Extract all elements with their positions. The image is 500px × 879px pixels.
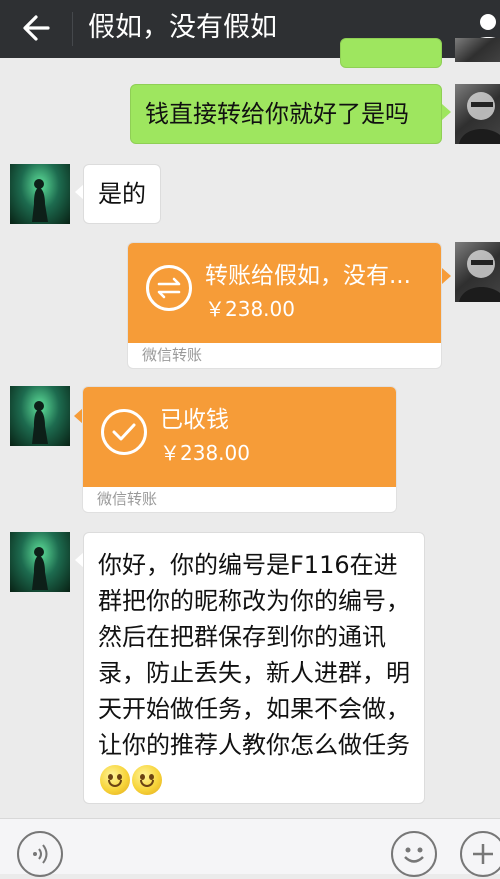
sent-message-bubble[interactable]: 钱直接转给你就好了是吗: [130, 84, 442, 144]
transfer-footer: 微信转账: [97, 490, 158, 508]
message-text: 你好，你的编号是F116在进群把你的昵称改为你的编号，然后在把群保存到你的通讯录…: [98, 551, 410, 759]
smile-emoji-icon: [100, 765, 130, 795]
message-list[interactable]: 钱直接转给你就好了是吗 是的 转账给假如，没有... ￥238.00 微信转账: [0, 38, 500, 818]
contact-avatar[interactable]: [10, 386, 70, 446]
my-avatar[interactable]: [455, 84, 500, 144]
received-message-bubble[interactable]: 是的: [83, 164, 161, 224]
bubble-tail: [442, 268, 451, 284]
received-message-bubble[interactable]: 你好，你的编号是F116在进群把你的昵称改为你的编号，然后在把群保存到你的通讯录…: [83, 532, 425, 804]
plus-icon[interactable]: [460, 831, 500, 877]
bubble-tail: [442, 104, 451, 120]
transfer-amount: ￥238.00: [160, 441, 250, 465]
transfer-title: 转账给假如，没有...: [205, 263, 411, 289]
input-bar: [0, 818, 500, 877]
chat-title: 假如，没有假如: [88, 12, 277, 43]
smile-emoji-icon: [132, 765, 162, 795]
transfer-footer: 微信转账: [142, 346, 203, 364]
transfer-arrows-icon: [146, 265, 192, 311]
transfer-card[interactable]: 转账给假如，没有... ￥238.00 微信转账: [127, 242, 442, 369]
previous-message-bubble[interactable]: [340, 38, 442, 68]
my-avatar[interactable]: [455, 38, 500, 62]
voice-icon[interactable]: [17, 831, 63, 877]
emoji-icon[interactable]: [391, 831, 437, 877]
back-arrow-icon[interactable]: [18, 8, 58, 48]
message-text: 钱直接转给你就好了是吗: [145, 100, 409, 128]
message-text: 是的: [98, 180, 146, 208]
transfer-title: 已收钱: [160, 407, 229, 433]
checkmark-icon: [101, 409, 147, 455]
contact-avatar[interactable]: [10, 164, 70, 224]
contact-avatar[interactable]: [10, 532, 70, 592]
my-avatar[interactable]: [455, 242, 500, 302]
header-divider: [72, 12, 73, 46]
received-transfer-card[interactable]: 已收钱 ￥238.00 微信转账: [82, 386, 397, 513]
transfer-amount: ￥238.00: [205, 297, 295, 321]
